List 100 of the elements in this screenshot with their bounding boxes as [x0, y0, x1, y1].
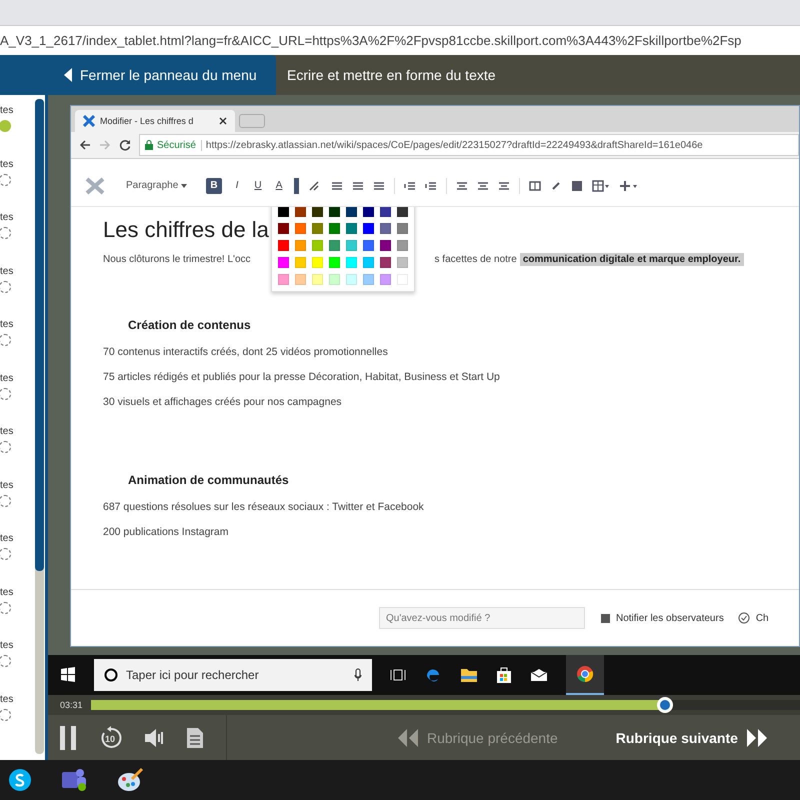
align-icon[interactable] — [477, 180, 490, 192]
highlight-icon[interactable] — [294, 178, 300, 194]
indent-icon[interactable] — [404, 180, 416, 192]
text-color-button[interactable]: A — [273, 180, 286, 191]
close-icon[interactable] — [219, 117, 227, 125]
checkbox[interactable] — [601, 614, 610, 622]
color-swatch[interactable] — [278, 274, 289, 285]
table-icon[interactable] — [592, 180, 610, 192]
color-swatch[interactable] — [329, 207, 340, 217]
color-swatch[interactable] — [346, 240, 357, 251]
italic-button[interactable]: I — [231, 180, 244, 191]
color-swatch[interactable] — [312, 223, 323, 234]
color-swatch[interactable] — [363, 223, 374, 234]
bold-button[interactable]: B — [206, 178, 222, 194]
color-swatch[interactable] — [278, 207, 289, 217]
mail-icon[interactable] — [530, 668, 548, 682]
color-swatch[interactable] — [312, 207, 323, 217]
pause-icon[interactable] — [58, 724, 78, 750]
topic-label[interactable]: tes — [0, 372, 32, 384]
replay-button[interactable]: 10 — [98, 724, 124, 750]
progress-track[interactable] — [90, 700, 800, 710]
align-icon[interactable] — [498, 180, 510, 192]
new-tab-button[interactable] — [239, 114, 265, 128]
close-menu-button[interactable]: Fermer le panneau du menu — [0, 55, 276, 95]
color-swatch[interactable] — [329, 240, 340, 251]
chrome-taskbar-button[interactable] — [566, 655, 604, 695]
list-icon[interactable] — [331, 180, 344, 192]
color-swatch[interactable] — [380, 223, 391, 234]
color-swatch[interactable] — [278, 240, 289, 251]
color-swatch[interactable] — [278, 257, 289, 268]
scrollbar-thumb[interactable] — [35, 99, 44, 571]
list-icon[interactable] — [352, 180, 364, 192]
color-swatch[interactable] — [380, 207, 391, 217]
color-swatch[interactable] — [363, 257, 374, 268]
color-swatch[interactable] — [363, 274, 374, 285]
back-arrow-icon[interactable] — [79, 139, 91, 151]
topic-label[interactable]: tes — [0, 266, 32, 276]
list-icon[interactable] — [373, 180, 386, 192]
color-swatch[interactable] — [346, 207, 357, 217]
color-swatch[interactable] — [312, 240, 323, 251]
color-swatch[interactable] — [295, 223, 306, 234]
topic-label[interactable]: tes — [0, 586, 32, 598]
topic-label[interactable]: tes — [0, 426, 32, 437]
color-swatch[interactable] — [397, 207, 408, 217]
search-field[interactable]: Taper ici pour rechercher — [94, 659, 372, 691]
color-swatch[interactable] — [397, 240, 408, 251]
color-swatch[interactable] — [295, 274, 306, 285]
scrollbar-track[interactable] — [35, 99, 44, 754]
reload-icon[interactable] — [119, 139, 131, 151]
color-swatch[interactable] — [295, 207, 306, 217]
layout-icon[interactable] — [529, 180, 542, 192]
change-comment-field[interactable]: Qu'avez-vous modifié ? — [379, 607, 585, 629]
topic-label[interactable]: tes — [0, 480, 32, 490]
windows-logo-icon[interactable] — [60, 667, 76, 683]
topic-label[interactable]: tes — [0, 640, 32, 651]
color-swatch[interactable] — [329, 274, 340, 285]
task-view-icon[interactable] — [390, 668, 406, 682]
address-field[interactable]: Sécurisé https://zebrasky.atlassian.net/wiki/spaces/CoE/pages/edit/22315027?draftId=22249493&draftShareId=161e046e — [139, 134, 799, 156]
topic-label[interactable]: tes — [0, 212, 32, 223]
paragraph-text: 687 questions résolues sur les réseaux sociaux : Twitter et Facebook — [103, 501, 425, 515]
color-swatch[interactable] — [278, 223, 289, 234]
teams-icon[interactable] — [60, 767, 88, 793]
next-topic-button[interactable]: Rubrique suivante — [616, 728, 768, 748]
microphone-icon[interactable] — [354, 668, 362, 682]
indent-icon[interactable] — [425, 180, 438, 192]
color-swatch[interactable] — [397, 223, 408, 234]
color-swatch[interactable] — [363, 240, 374, 251]
color-swatch[interactable] — [397, 257, 408, 268]
color-swatch[interactable] — [312, 274, 323, 285]
color-swatch[interactable] — [346, 257, 357, 268]
notify-label: Notifier les observateurs — [616, 612, 724, 624]
paint-palette-icon[interactable] — [116, 767, 144, 793]
topic-label[interactable]: tes — [0, 105, 32, 116]
color-swatch[interactable] — [295, 240, 306, 251]
store-bag-icon[interactable] — [496, 666, 512, 684]
color-swatch[interactable] — [329, 257, 340, 268]
plus-icon[interactable] — [619, 180, 640, 192]
color-swatch[interactable] — [329, 223, 340, 234]
color-swatch[interactable] — [363, 207, 374, 217]
color-swatch[interactable] — [380, 240, 391, 251]
folder-icon[interactable] — [460, 667, 478, 683]
paragraph-dropdown[interactable]: Paragraphe — [126, 180, 188, 191]
underline-button[interactable]: U — [252, 180, 264, 191]
topic-label[interactable]: tes — [0, 533, 32, 544]
color-swatch[interactable] — [346, 274, 357, 285]
topic-label[interactable]: tes — [0, 694, 32, 704]
color-swatch[interactable] — [312, 257, 323, 268]
speaker-icon[interactable] — [144, 728, 166, 748]
document-icon[interactable] — [186, 726, 204, 748]
align-icon[interactable] — [456, 180, 468, 192]
forward-arrow-icon[interactable] — [99, 139, 111, 151]
skype-icon[interactable] — [8, 768, 32, 792]
browser-tab[interactable]: Modifier - Les chiffres d — [75, 110, 235, 132]
topic-label[interactable]: tes — [0, 158, 32, 170]
color-swatch[interactable] — [346, 223, 357, 234]
progress-handle[interactable] — [657, 697, 674, 713]
color-swatch[interactable] — [380, 274, 391, 285]
color-swatch[interactable] — [295, 257, 306, 268]
color-swatch[interactable] — [380, 257, 391, 268]
topic-label[interactable]: tes — [0, 319, 32, 330]
